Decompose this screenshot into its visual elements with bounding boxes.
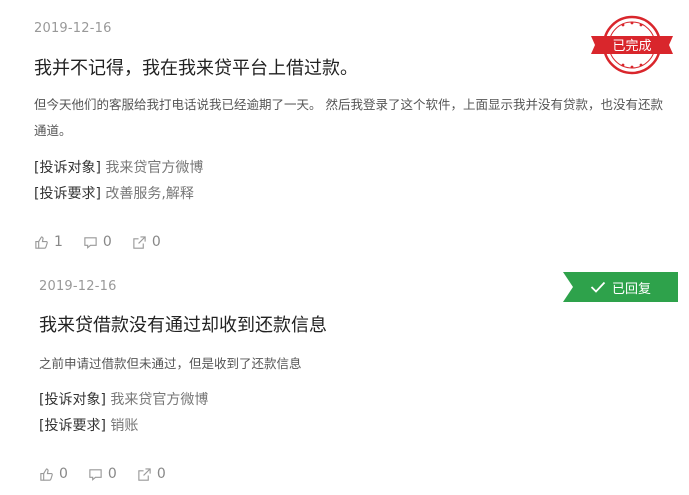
complaint-meta: [投诉对象] 我来贷官方微博 [投诉要求] 销账 — [39, 387, 208, 439]
like-count: 0 — [59, 466, 68, 482]
share-count: 0 — [156, 466, 166, 482]
complaint-target-row: [投诉对象] 我来贷官方微博 — [34, 155, 203, 181]
complaint-target-value: 我来贷官方微博 — [110, 392, 209, 408]
comment-icon — [84, 236, 97, 249]
complaint-request-row: [投诉要求] 改善服务,解释 — [34, 181, 203, 207]
complaint-target-value: 我来贷官方微博 — [105, 160, 204, 176]
comment-button[interactable]: 0 — [83, 234, 112, 250]
complaint-date: 2019-12-16 — [34, 21, 112, 36]
complaint-target-label: [投诉对象] — [39, 392, 106, 408]
complaint-request-value: 改善服务,解释 — [105, 186, 194, 202]
complaint-request-value: 销账 — [110, 418, 139, 434]
replied-status-tag: 已回复 — [563, 272, 678, 302]
completed-stamp: 已完成 — [591, 15, 673, 75]
complaint-target-row: [投诉对象] 我来贷官方微博 — [39, 387, 208, 413]
status-stamp-text: 已完成 — [612, 39, 651, 54]
complaint-title[interactable]: 我来贷借款没有通过却收到还款信息 — [39, 311, 327, 337]
complaint-description: 但今天他们的客服给我打电话说我已经逾期了一天。 然后我登录了这个软件，上面显示我… — [34, 97, 663, 138]
complaint-request-label: [投诉要求] — [39, 418, 106, 434]
share-button[interactable]: 0 — [132, 234, 161, 250]
share-icon — [138, 467, 151, 481]
thumbs-up-icon — [35, 235, 48, 249]
comment-button[interactable]: 0 — [88, 466, 117, 482]
comment-count: 0 — [102, 234, 112, 250]
complaint-target-label: [投诉对象] — [34, 160, 101, 176]
like-count: 1 — [54, 234, 63, 250]
share-count: 0 — [151, 234, 161, 250]
complaint-actions: 1 0 0 — [34, 234, 181, 250]
like-button[interactable]: 1 — [34, 234, 63, 250]
complaint-description: 之前申请过借款但未通过，但是收到了还款信息 — [39, 356, 302, 371]
complaint-meta: [投诉对象] 我来贷官方微博 [投诉要求] 改善服务,解释 — [34, 155, 203, 207]
share-icon — [133, 235, 146, 249]
like-button[interactable]: 0 — [39, 466, 68, 482]
complaint-actions: 0 0 0 — [39, 466, 186, 482]
complaint-request-row: [投诉要求] 销账 — [39, 413, 208, 439]
complaint-title[interactable]: 我并不记得，我在我来贷平台上借过款。 — [34, 54, 358, 80]
comment-count: 0 — [107, 466, 117, 482]
comment-icon — [89, 468, 102, 481]
thumbs-up-icon — [40, 467, 53, 481]
share-button[interactable]: 0 — [137, 466, 166, 482]
status-tag-text: 已回复 — [611, 281, 651, 297]
complaint-request-label: [投诉要求] — [34, 186, 101, 202]
complaint-date: 2019-12-16 — [39, 279, 117, 294]
check-icon — [590, 281, 606, 293]
complaint-card: 2019-12-16 我并不记得，我在我来贷平台上借过款。 但今天他们的客服给我… — [0, 0, 689, 262]
